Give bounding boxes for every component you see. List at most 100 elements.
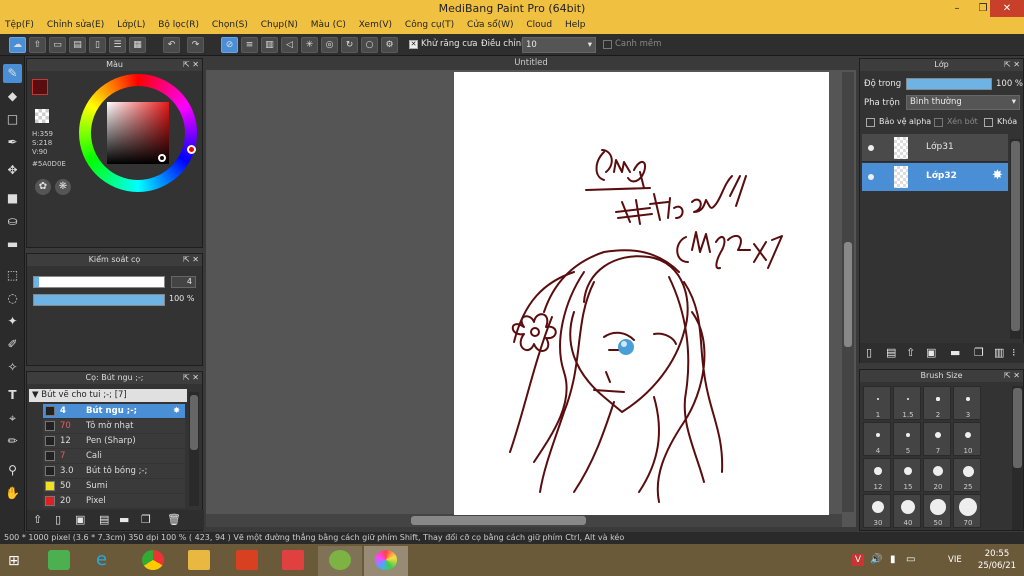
brush-item[interactable]: 50 Sumi (43, 479, 185, 493)
foreground-color-swatch[interactable] (32, 79, 48, 95)
radial-snap-icon[interactable]: ✳ (301, 37, 318, 53)
explorer-icon[interactable] (188, 550, 210, 570)
menu-window[interactable]: Cửa sổ(W) (462, 17, 518, 34)
pen-tool-icon[interactable]: ✒ (3, 133, 22, 152)
brush-size-cell[interactable]: 5 (893, 422, 921, 456)
grid-icon[interactable]: ▦ (129, 37, 146, 53)
network-icon[interactable]: ▮ (890, 554, 896, 565)
panel-controls-icon[interactable]: ⇱ ✕ (1004, 370, 1020, 382)
panel-controls-icon[interactable]: ⇱ ✕ (1004, 59, 1020, 71)
ie-icon[interactable]: e (96, 550, 118, 570)
minimize-button[interactable]: – (944, 0, 970, 17)
hue-cursor[interactable] (187, 145, 196, 154)
folder-icon[interactable]: ▬ (950, 346, 960, 359)
palette-icon[interactable]: ✿ (35, 179, 51, 195)
duplicate-icon[interactable]: ❐ (974, 346, 984, 359)
circle-snap-icon[interactable]: ◎ (321, 37, 338, 53)
bucket-tool-icon[interactable]: ⛀ (3, 212, 22, 231)
eyedropper-tool-icon[interactable]: ⚲ (3, 461, 22, 480)
layer-row[interactable]: Lớp31 (862, 134, 1008, 162)
trash-icon[interactable]: 🗑 (167, 513, 181, 526)
divide-tool-icon[interactable]: ✏ (3, 432, 22, 451)
brush-size-value[interactable]: 4 (171, 276, 196, 288)
select-pen-tool-icon[interactable]: ✐ (3, 335, 22, 354)
horizontal-scrollbar-thumb[interactable] (411, 516, 586, 525)
scrollbar-thumb[interactable] (1011, 141, 1020, 331)
page-icon[interactable]: ▯ (89, 37, 106, 53)
add-brush-icon[interactable]: ▣ (75, 513, 85, 526)
merge-down-icon[interactable]: ▥ (994, 346, 1004, 359)
cloud-brush-icon[interactable]: ⇧ (33, 513, 42, 526)
scrollbar-thumb[interactable] (190, 395, 198, 450)
upload-layer-icon[interactable]: ⇧ (906, 346, 915, 359)
brush-size-cell[interactable]: 4 (863, 422, 891, 456)
app-store-icon[interactable] (48, 550, 70, 570)
color-mode-icon[interactable]: ❋ (55, 179, 71, 195)
settings-icon[interactable]: ⚙ (381, 37, 398, 53)
margin-checkbox[interactable] (603, 40, 612, 49)
panel-controls-icon[interactable]: ⇱ ✕ (183, 254, 199, 266)
brush-size-cell[interactable]: 15 (893, 458, 921, 492)
layer-scrollbar[interactable] (1010, 139, 1021, 339)
close-button[interactable]: ✕ (990, 0, 1024, 17)
brush-size-cell[interactable]: 30 (863, 494, 891, 528)
horizontal-scrollbar[interactable] (206, 514, 842, 527)
correction-select[interactable]: 10 ▾ (522, 37, 596, 53)
new-layer-icon[interactable]: ▯ (866, 346, 872, 359)
brush-size-cell[interactable]: 40 (893, 494, 921, 528)
lock-checkbox[interactable] (984, 118, 993, 127)
menu-cloud[interactable]: Cloud (521, 17, 557, 34)
vanish-snap-icon[interactable]: ◁ (281, 37, 298, 53)
chrome-icon[interactable] (142, 550, 164, 570)
brush-opacity-slider[interactable] (33, 294, 165, 306)
canvas-tab[interactable]: Untitled (206, 56, 856, 70)
snap-off-icon[interactable]: ⊘ (221, 37, 238, 53)
brush-item[interactable]: 12 Pen (Sharp) (43, 434, 185, 448)
eye-icon[interactable] (868, 145, 874, 151)
new-brush-icon[interactable]: ▯ (55, 513, 61, 526)
brush-item[interactable]: 7 Cali (43, 449, 185, 463)
parallel-snap-icon[interactable]: ≡ (241, 37, 258, 53)
move-tool-icon[interactable]: ✥ (3, 161, 22, 180)
hand-tool-icon[interactable]: ✋ (3, 484, 22, 503)
fill-rect-tool-icon[interactable]: ■ (3, 189, 22, 208)
office-icon[interactable] (236, 550, 258, 570)
paint-app-icon[interactable] (282, 550, 304, 570)
brush-item[interactable]: 3.0 Bút tô bóng ;-; (43, 464, 185, 478)
list-icon[interactable]: ☰ (109, 37, 126, 53)
text-tool-icon[interactable]: T (3, 386, 22, 405)
input-language[interactable]: VIE (948, 555, 962, 565)
eraser-tool-icon[interactable]: ◆ (3, 87, 22, 106)
blend-mode-select[interactable]: Bình thường ▾ (906, 95, 1020, 110)
curve-snap-icon[interactable]: ↻ (341, 37, 358, 53)
brush-item[interactable]: 4 Bút ngu ;-; ✸ (43, 404, 185, 418)
layer-opacity-slider[interactable] (906, 78, 992, 90)
menu-tools[interactable]: Công cụ(T) (400, 17, 459, 34)
layer-row-selected[interactable]: Lớp32 ✸ (862, 163, 1008, 191)
clip-checkbox[interactable] (934, 118, 943, 127)
taskbar-app-slot[interactable] (318, 546, 362, 576)
brush-tool-icon[interactable]: ✎ (3, 64, 22, 83)
panel-controls-icon[interactable]: ⇱ ✕ (183, 59, 199, 71)
menu-edit[interactable]: Chỉnh sửa(E) (42, 17, 109, 34)
brush-page-icon[interactable]: ▤ (99, 513, 109, 526)
select-tool-icon[interactable]: ⬚ (3, 266, 22, 285)
cloud-icon[interactable]: ☁ (9, 37, 26, 53)
battery-icon[interactable]: ▭ (906, 554, 915, 565)
add-layer-menu-icon[interactable]: ▣ (926, 346, 936, 359)
cross-snap-icon[interactable]: ▥ (261, 37, 278, 53)
chat-icon[interactable]: ▤ (69, 37, 86, 53)
protect-alpha-checkbox[interactable] (866, 118, 875, 127)
brush-size-cell[interactable]: 1 (863, 386, 891, 420)
brush-size-cell[interactable]: 1.5 (893, 386, 921, 420)
new-halftone-layer-icon[interactable]: ▤ (886, 346, 896, 359)
clock[interactable]: 20:55 25/06/21 (975, 548, 1019, 572)
magic-wand-tool-icon[interactable]: ✦ (3, 312, 22, 331)
upload-icon[interactable]: ⇧ (29, 37, 46, 53)
sv-cursor[interactable] (158, 154, 166, 162)
gradient-tool-icon[interactable]: ▬ (3, 235, 22, 254)
brush-size-cell[interactable]: 20 (923, 458, 951, 492)
menu-help[interactable]: Help (560, 17, 591, 34)
undo-icon[interactable]: ↶ (163, 37, 180, 53)
brush-size-cell[interactable]: 2 (923, 386, 951, 420)
